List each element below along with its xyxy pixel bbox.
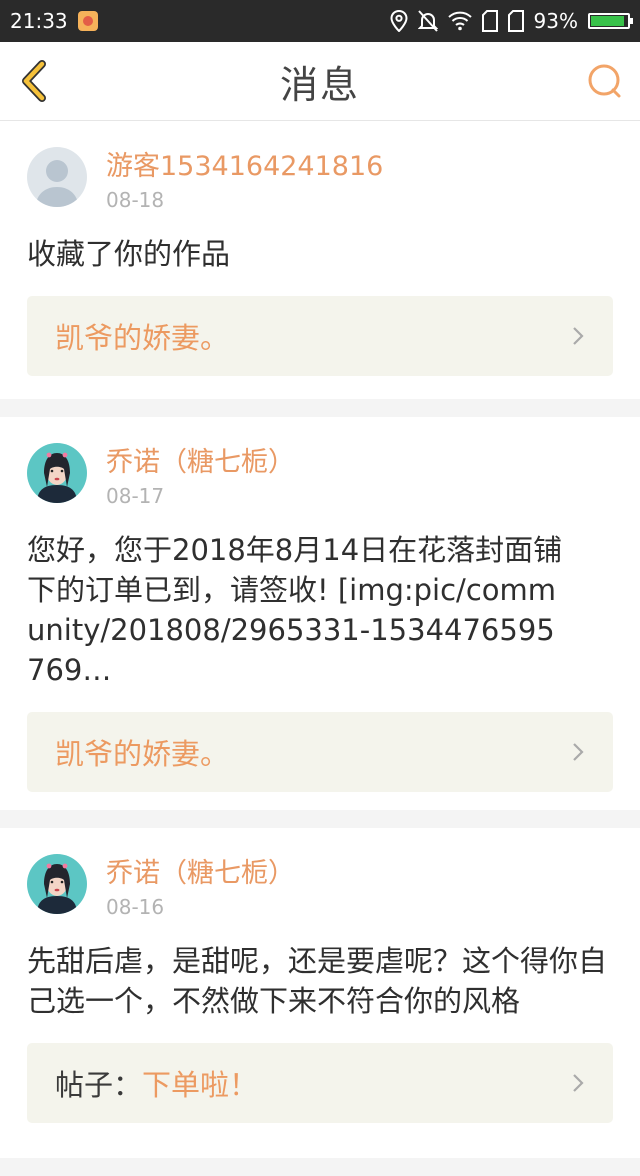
- avatar[interactable]: [27, 147, 87, 207]
- username[interactable]: 乔诺（糖七栀）: [106, 447, 295, 479]
- location-icon: [390, 10, 408, 32]
- message-body: 先甜后虐，是甜呢，还是要虐呢？这个得你自己选一个，不然做下来不符合你的风格: [27, 944, 608, 1018]
- chevron-right-icon: [573, 327, 584, 345]
- message-card[interactable]: 乔诺（糖七栀） 08-16 先甜后虐，是甜呢，还是要虐呢？这个得你自己选一个，不…: [0, 828, 640, 1158]
- top-nav-bar: 消息: [0, 42, 640, 121]
- reference-link[interactable]: 帖子：下单啦！: [27, 1043, 613, 1123]
- status-bar: 21:33 93%: [0, 0, 640, 42]
- sim-icon: [481, 10, 498, 32]
- status-time: 21:33: [10, 9, 68, 33]
- message-date: 08-16: [106, 895, 165, 919]
- message-list: 游客1534164241816 08-18 收藏了你的作品 凯爷的娇妻。 乔诺（…: [0, 121, 640, 1176]
- chevron-right-icon: [573, 1074, 584, 1092]
- message-card[interactable]: 乔诺（糖七栀） 08-17 您好，您于2018年8月14日在花落封面铺下的订单已…: [0, 417, 640, 810]
- page-title: 消息: [279, 62, 360, 107]
- reference-title: 凯爷的娇妻。: [55, 737, 230, 771]
- message-date: 08-18: [106, 188, 165, 212]
- reference-prefix: 帖子：: [55, 1068, 143, 1102]
- reference-title: 帖子：下单啦！: [55, 1062, 258, 1104]
- message-date: 08-17: [106, 484, 165, 508]
- search-button[interactable]: [586, 62, 624, 100]
- message-body: 您好，您于2018年8月14日在花落封面铺下的订单已到，请签收! [img:pi…: [27, 533, 563, 687]
- bell-off-icon: [417, 10, 438, 32]
- app-notification-icon: [77, 11, 98, 31]
- username[interactable]: 乔诺（糖七栀）: [106, 858, 295, 890]
- reference-link[interactable]: 凯爷的娇妻。: [27, 712, 613, 792]
- avatar[interactable]: [27, 854, 87, 914]
- battery-icon: [588, 13, 633, 29]
- status-right: 93%: [390, 9, 633, 33]
- message-card[interactable]: 游客1534164241816 08-18 收藏了你的作品 凯爷的娇妻。: [0, 121, 640, 399]
- avatar[interactable]: [27, 443, 87, 503]
- sim-icon: [507, 10, 524, 32]
- status-left: 21:33: [10, 9, 98, 33]
- reference-link[interactable]: 凯爷的娇妻。: [27, 296, 613, 376]
- reference-title: 凯爷的娇妻。: [55, 321, 230, 355]
- wifi-icon: [447, 11, 472, 31]
- reference-title-text: 下单啦！: [142, 1068, 259, 1102]
- chevron-right-icon: [573, 743, 584, 761]
- username[interactable]: 游客1534164241816: [106, 151, 383, 183]
- message-body: 收藏了你的作品: [27, 237, 231, 271]
- back-button[interactable]: [16, 58, 56, 104]
- battery-percent: 93%: [533, 9, 578, 33]
